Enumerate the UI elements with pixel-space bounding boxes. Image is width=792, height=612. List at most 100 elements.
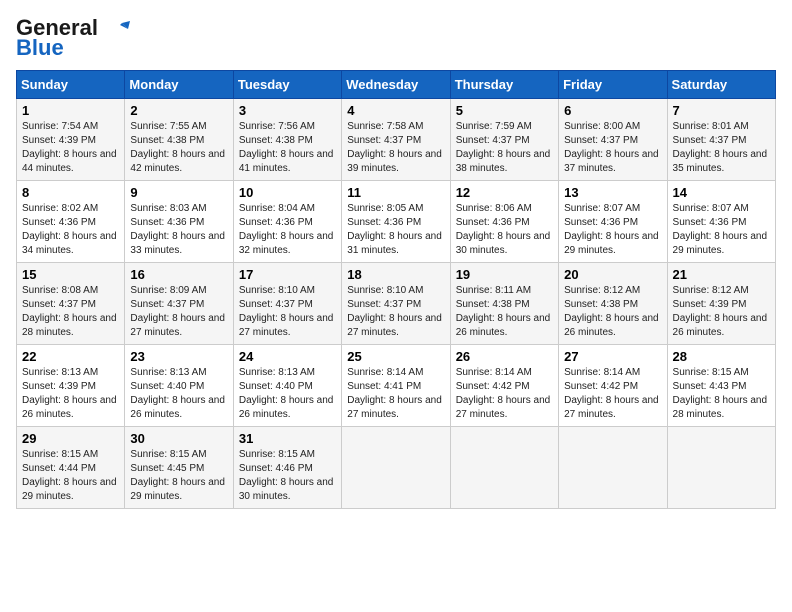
- day-number: 9: [130, 185, 227, 200]
- day-info: Sunrise: 8:07 AMSunset: 4:36 PMDaylight:…: [564, 202, 661, 258]
- day-info: Sunrise: 7:59 AMSunset: 4:37 PMDaylight:…: [456, 120, 553, 176]
- calendar-week-1: 1 Sunrise: 7:54 AMSunset: 4:39 PMDayligh…: [17, 99, 776, 181]
- calendar-cell: [667, 427, 775, 509]
- calendar-cell: 16 Sunrise: 8:09 AMSunset: 4:37 PMDaylig…: [125, 263, 233, 345]
- logo-bird-icon: [100, 17, 130, 39]
- day-info: Sunrise: 8:13 AMSunset: 4:39 PMDaylight:…: [22, 366, 119, 422]
- calendar-cell: 22 Sunrise: 8:13 AMSunset: 4:39 PMDaylig…: [17, 345, 125, 427]
- day-info: Sunrise: 8:10 AMSunset: 4:37 PMDaylight:…: [347, 284, 444, 340]
- calendar-week-3: 15 Sunrise: 8:08 AMSunset: 4:37 PMDaylig…: [17, 263, 776, 345]
- day-number: 2: [130, 103, 227, 118]
- calendar-week-5: 29 Sunrise: 8:15 AMSunset: 4:44 PMDaylig…: [17, 427, 776, 509]
- weekday-header-sunday: Sunday: [17, 71, 125, 99]
- calendar-cell: 8 Sunrise: 8:02 AMSunset: 4:36 PMDayligh…: [17, 181, 125, 263]
- calendar-cell: 4 Sunrise: 7:58 AMSunset: 4:37 PMDayligh…: [342, 99, 450, 181]
- day-number: 5: [456, 103, 553, 118]
- calendar-cell: [342, 427, 450, 509]
- day-info: Sunrise: 7:58 AMSunset: 4:37 PMDaylight:…: [347, 120, 444, 176]
- calendar-cell: 11 Sunrise: 8:05 AMSunset: 4:36 PMDaylig…: [342, 181, 450, 263]
- logo-blue: Blue: [16, 36, 64, 60]
- day-info: Sunrise: 8:15 AMSunset: 4:46 PMDaylight:…: [239, 448, 336, 504]
- day-number: 22: [22, 349, 119, 364]
- day-number: 4: [347, 103, 444, 118]
- calendar-cell: 17 Sunrise: 8:10 AMSunset: 4:37 PMDaylig…: [233, 263, 341, 345]
- day-number: 12: [456, 185, 553, 200]
- calendar-cell: 26 Sunrise: 8:14 AMSunset: 4:42 PMDaylig…: [450, 345, 558, 427]
- day-number: 30: [130, 431, 227, 446]
- day-number: 29: [22, 431, 119, 446]
- day-number: 17: [239, 267, 336, 282]
- day-number: 23: [130, 349, 227, 364]
- day-info: Sunrise: 7:56 AMSunset: 4:38 PMDaylight:…: [239, 120, 336, 176]
- calendar-cell: 2 Sunrise: 7:55 AMSunset: 4:38 PMDayligh…: [125, 99, 233, 181]
- day-info: Sunrise: 8:15 AMSunset: 4:44 PMDaylight:…: [22, 448, 119, 504]
- calendar-header-row: SundayMondayTuesdayWednesdayThursdayFrid…: [17, 71, 776, 99]
- weekday-header-thursday: Thursday: [450, 71, 558, 99]
- day-info: Sunrise: 8:08 AMSunset: 4:37 PMDaylight:…: [22, 284, 119, 340]
- weekday-header-tuesday: Tuesday: [233, 71, 341, 99]
- day-info: Sunrise: 7:55 AMSunset: 4:38 PMDaylight:…: [130, 120, 227, 176]
- calendar-cell: 24 Sunrise: 8:13 AMSunset: 4:40 PMDaylig…: [233, 345, 341, 427]
- header: General Blue: [16, 16, 776, 60]
- calendar-week-4: 22 Sunrise: 8:13 AMSunset: 4:39 PMDaylig…: [17, 345, 776, 427]
- calendar-cell: 29 Sunrise: 8:15 AMSunset: 4:44 PMDaylig…: [17, 427, 125, 509]
- weekday-header-friday: Friday: [559, 71, 667, 99]
- calendar-cell: 18 Sunrise: 8:10 AMSunset: 4:37 PMDaylig…: [342, 263, 450, 345]
- day-info: Sunrise: 8:01 AMSunset: 4:37 PMDaylight:…: [673, 120, 770, 176]
- day-info: Sunrise: 8:00 AMSunset: 4:37 PMDaylight:…: [564, 120, 661, 176]
- day-number: 10: [239, 185, 336, 200]
- day-info: Sunrise: 8:13 AMSunset: 4:40 PMDaylight:…: [239, 366, 336, 422]
- day-info: Sunrise: 8:14 AMSunset: 4:42 PMDaylight:…: [456, 366, 553, 422]
- day-number: 25: [347, 349, 444, 364]
- weekday-header-saturday: Saturday: [667, 71, 775, 99]
- day-info: Sunrise: 7:54 AMSunset: 4:39 PMDaylight:…: [22, 120, 119, 176]
- day-info: Sunrise: 8:14 AMSunset: 4:42 PMDaylight:…: [564, 366, 661, 422]
- day-number: 3: [239, 103, 336, 118]
- calendar-cell: 10 Sunrise: 8:04 AMSunset: 4:36 PMDaylig…: [233, 181, 341, 263]
- day-number: 31: [239, 431, 336, 446]
- day-info: Sunrise: 8:12 AMSunset: 4:39 PMDaylight:…: [673, 284, 770, 340]
- day-number: 6: [564, 103, 661, 118]
- calendar-cell: 9 Sunrise: 8:03 AMSunset: 4:36 PMDayligh…: [125, 181, 233, 263]
- day-info: Sunrise: 8:02 AMSunset: 4:36 PMDaylight:…: [22, 202, 119, 258]
- day-info: Sunrise: 8:12 AMSunset: 4:38 PMDaylight:…: [564, 284, 661, 340]
- calendar-cell: 31 Sunrise: 8:15 AMSunset: 4:46 PMDaylig…: [233, 427, 341, 509]
- calendar-cell: 5 Sunrise: 7:59 AMSunset: 4:37 PMDayligh…: [450, 99, 558, 181]
- calendar-table: SundayMondayTuesdayWednesdayThursdayFrid…: [16, 70, 776, 509]
- calendar-cell: 21 Sunrise: 8:12 AMSunset: 4:39 PMDaylig…: [667, 263, 775, 345]
- calendar-cell: 25 Sunrise: 8:14 AMSunset: 4:41 PMDaylig…: [342, 345, 450, 427]
- calendar-cell: 28 Sunrise: 8:15 AMSunset: 4:43 PMDaylig…: [667, 345, 775, 427]
- calendar-cell: 23 Sunrise: 8:13 AMSunset: 4:40 PMDaylig…: [125, 345, 233, 427]
- day-info: Sunrise: 8:14 AMSunset: 4:41 PMDaylight:…: [347, 366, 444, 422]
- day-info: Sunrise: 8:09 AMSunset: 4:37 PMDaylight:…: [130, 284, 227, 340]
- calendar-cell: 3 Sunrise: 7:56 AMSunset: 4:38 PMDayligh…: [233, 99, 341, 181]
- day-info: Sunrise: 8:15 AMSunset: 4:45 PMDaylight:…: [130, 448, 227, 504]
- day-number: 27: [564, 349, 661, 364]
- calendar-cell: 19 Sunrise: 8:11 AMSunset: 4:38 PMDaylig…: [450, 263, 558, 345]
- calendar-cell: [450, 427, 558, 509]
- calendar-cell: 30 Sunrise: 8:15 AMSunset: 4:45 PMDaylig…: [125, 427, 233, 509]
- day-info: Sunrise: 8:07 AMSunset: 4:36 PMDaylight:…: [673, 202, 770, 258]
- logo: General Blue: [16, 16, 130, 60]
- calendar-week-2: 8 Sunrise: 8:02 AMSunset: 4:36 PMDayligh…: [17, 181, 776, 263]
- day-info: Sunrise: 8:15 AMSunset: 4:43 PMDaylight:…: [673, 366, 770, 422]
- calendar-cell: 13 Sunrise: 8:07 AMSunset: 4:36 PMDaylig…: [559, 181, 667, 263]
- day-number: 24: [239, 349, 336, 364]
- day-info: Sunrise: 8:10 AMSunset: 4:37 PMDaylight:…: [239, 284, 336, 340]
- day-number: 21: [673, 267, 770, 282]
- day-number: 7: [673, 103, 770, 118]
- day-number: 26: [456, 349, 553, 364]
- day-info: Sunrise: 8:05 AMSunset: 4:36 PMDaylight:…: [347, 202, 444, 258]
- calendar-body: 1 Sunrise: 7:54 AMSunset: 4:39 PMDayligh…: [17, 99, 776, 509]
- day-info: Sunrise: 8:03 AMSunset: 4:36 PMDaylight:…: [130, 202, 227, 258]
- day-number: 20: [564, 267, 661, 282]
- calendar-cell: 6 Sunrise: 8:00 AMSunset: 4:37 PMDayligh…: [559, 99, 667, 181]
- day-number: 16: [130, 267, 227, 282]
- calendar-cell: 15 Sunrise: 8:08 AMSunset: 4:37 PMDaylig…: [17, 263, 125, 345]
- calendar-cell: 7 Sunrise: 8:01 AMSunset: 4:37 PMDayligh…: [667, 99, 775, 181]
- day-number: 15: [22, 267, 119, 282]
- day-info: Sunrise: 8:11 AMSunset: 4:38 PMDaylight:…: [456, 284, 553, 340]
- day-number: 18: [347, 267, 444, 282]
- day-info: Sunrise: 8:04 AMSunset: 4:36 PMDaylight:…: [239, 202, 336, 258]
- day-number: 14: [673, 185, 770, 200]
